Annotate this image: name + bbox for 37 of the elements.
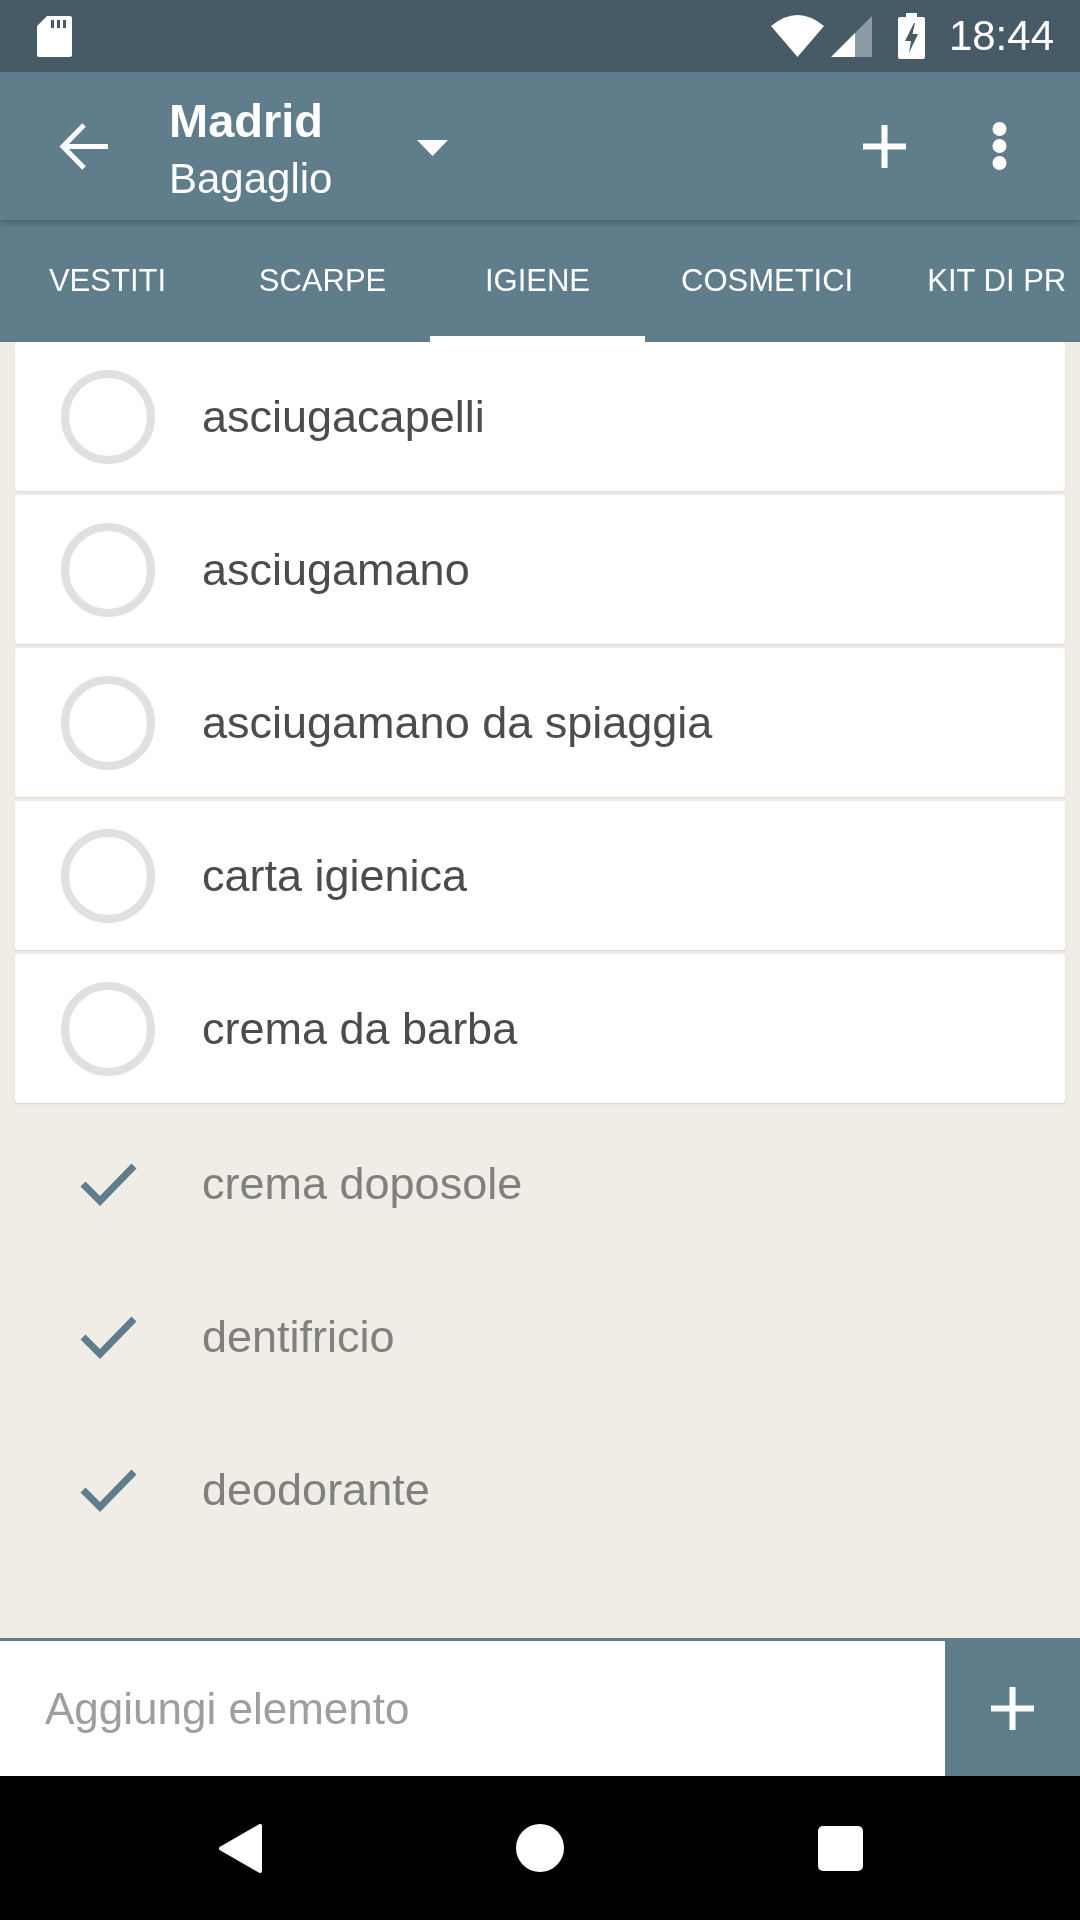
category-tab[interactable]: KIT DI PR (889, 220, 1080, 342)
screen-subtitle: Bagaglio (169, 154, 334, 204)
add-item-button[interactable] (945, 1641, 1080, 1776)
plus-icon (991, 1687, 1034, 1730)
more-options-icon[interactable] (992, 122, 1007, 170)
add-item-field[interactable]: Aggiungi elemento (0, 1641, 945, 1776)
item-label: crema da barba (202, 1001, 518, 1056)
add-icon[interactable] (863, 124, 906, 168)
dropdown-caret-icon[interactable] (417, 140, 448, 156)
item-label: asciugamano da spiaggia (202, 695, 713, 750)
item-card[interactable]: carta igienica (15, 801, 1065, 950)
back-arrow-icon[interactable] (59, 122, 108, 170)
item-card[interactable]: crema da barba (15, 954, 1065, 1103)
checkmark-icon[interactable] (79, 1161, 137, 1206)
item-label: dentifricio (202, 1309, 395, 1364)
recents-icon[interactable] (818, 1825, 863, 1871)
home-icon[interactable] (516, 1824, 564, 1872)
checkmark-icon[interactable] (79, 1314, 137, 1359)
sd-card-icon (37, 15, 72, 57)
item-label: deodorante (202, 1462, 430, 1517)
category-tab[interactable]: SCARPE (215, 220, 430, 342)
status-time: 18:44 (948, 11, 1054, 61)
category-tab[interactable]: VESTITI (0, 220, 215, 342)
item-card[interactable]: asciugamano (15, 495, 1065, 644)
signal-icon (830, 15, 872, 57)
item-label: asciugacapelli (202, 389, 485, 444)
screen-title: Madrid (169, 94, 325, 148)
item-label: asciugamano (202, 542, 470, 597)
item-label: carta igienica (202, 848, 468, 903)
wifi-icon (770, 15, 824, 57)
checkmark-icon[interactable] (79, 1467, 137, 1512)
item-card[interactable]: asciugacapelli (15, 342, 1065, 491)
item-card[interactable]: asciugamano da spiaggia (15, 648, 1065, 797)
back-icon[interactable] (219, 1823, 262, 1873)
battery-charging-icon (897, 13, 925, 59)
category-tab[interactable]: COSMETICI (645, 220, 890, 342)
item-label: crema doposole (202, 1156, 523, 1211)
